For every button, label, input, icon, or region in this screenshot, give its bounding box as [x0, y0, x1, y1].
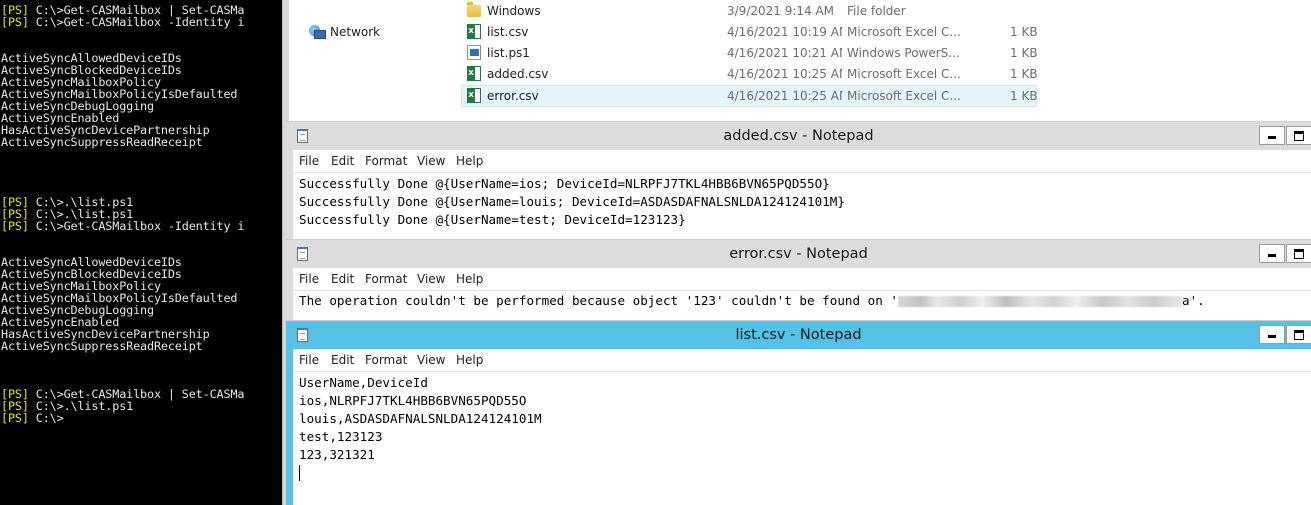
- file-name: list.csv: [487, 25, 529, 39]
- menu-bar: File Edit Format View Help: [293, 268, 1311, 290]
- console-text: ActiveSyncSuppressReadReceipt: [1, 339, 203, 353]
- console-text: C:\>Get-CASMailbox -Identity i: [28, 219, 245, 233]
- file-row[interactable]: list.csv 4/16/2021 10:19 AM Microsoft Exce…: [462, 22, 1038, 42]
- menu-file[interactable]: File: [299, 154, 319, 168]
- menu-bar: File Edit Format View Help: [293, 349, 1311, 371]
- file-date: 4/16/2021 10:19 AM: [727, 25, 842, 39]
- console-line: ActiveSyncSuppressReadReceipt: [1, 136, 203, 148]
- text-line: louis,ASDASDAFNALSNLDA124124101M: [299, 411, 542, 426]
- text-line: test,123123: [299, 429, 383, 444]
- file-date: 4/16/2021 10:25 AM: [727, 67, 842, 81]
- minimize-button[interactable]: [1259, 325, 1285, 344]
- file-name: error.csv: [487, 89, 539, 103]
- console-line: [PS] C:\>: [1, 412, 64, 424]
- nav-item-label: Network: [330, 25, 381, 39]
- file-date: 3/9/2021 9:14 AM: [727, 4, 835, 18]
- menu-edit[interactable]: Edit: [331, 353, 354, 367]
- error-text: The operation couldn't be performed beca…: [299, 293, 898, 308]
- text-line: 123,321321: [299, 447, 375, 462]
- text-editor-area[interactable]: Successfully Done @{UserName=ios; Device…: [293, 172, 1311, 239]
- file-name: Windows: [487, 4, 541, 18]
- console-text: ActiveSyncSuppressReadReceipt: [1, 135, 203, 149]
- menu-format[interactable]: Format: [365, 353, 407, 367]
- menu-bar: File Edit Format View Help: [293, 150, 1311, 172]
- menu-edit[interactable]: Edit: [331, 272, 354, 286]
- file-size: 1 KB: [1010, 46, 1038, 60]
- ps1-icon: [467, 45, 481, 60]
- file-row[interactable]: Windows 3/9/2021 9:14 AM File folder: [462, 1, 1036, 21]
- file-size: 1 KB: [1010, 67, 1038, 81]
- menu-format[interactable]: Format: [365, 154, 407, 168]
- notepad-window-error[interactable]: error.csv - Notepad File Edit Format View He…: [286, 239, 1311, 320]
- error-text-end: a'.: [1181, 293, 1205, 308]
- notepad-window-added[interactable]: added.csv - Notepad File Edit Format View He…: [286, 121, 1311, 239]
- prompt-tag: [PS]: [1, 15, 29, 29]
- window-title: added.csv - Notepad: [723, 128, 874, 144]
- file-type: Microsoft Excel C...: [847, 25, 961, 39]
- excel-icon: [467, 24, 481, 39]
- console-line: ActiveSyncSuppressReadReceipt: [1, 340, 203, 352]
- file-name: added.csv: [487, 67, 549, 81]
- text-caret: [299, 465, 300, 481]
- title-bar[interactable]: list.csv - Notepad: [286, 320, 1311, 349]
- file-type: Microsoft Excel C...: [847, 89, 961, 103]
- menu-view[interactable]: View: [417, 154, 445, 168]
- menu-help[interactable]: Help: [456, 154, 483, 168]
- file-date: 4/16/2021 10:21 AM: [727, 46, 842, 60]
- file-date: 4/16/2021 10:25 AM: [727, 89, 842, 103]
- file-size: 1 KB: [1010, 89, 1038, 103]
- redacted-text: [897, 296, 1182, 307]
- file-type: Microsoft Excel C...: [847, 67, 961, 81]
- text-line: Successfully Done @{UserName=test; Devic…: [299, 212, 686, 227]
- prompt-tag: [PS]: [1, 411, 29, 425]
- maximize-button[interactable]: [1286, 126, 1311, 145]
- excel-icon: [467, 66, 481, 81]
- console-text: C:\>Get-CASMailbox -Identity i: [28, 15, 245, 29]
- file-row[interactable]: error.csv 4/16/2021 10:25 AM Microsoft Exc…: [461, 85, 1038, 107]
- maximize-button[interactable]: [1286, 244, 1311, 263]
- title-bar[interactable]: error.csv - Notepad: [286, 239, 1311, 268]
- text-line: Successfully Done @{UserName=louis; Devi…: [299, 194, 845, 209]
- file-row[interactable]: added.csv 4/16/2021 10:25 AM Microsoft Exc…: [462, 64, 1038, 84]
- file-size: 1 KB: [1010, 25, 1038, 39]
- network-icon: [309, 24, 326, 40]
- text-line: Successfully Done @{UserName=ios; Device…: [299, 176, 830, 191]
- file-row[interactable]: list.ps1 4/16/2021 10:21 AM Windows PowerS…: [462, 43, 1038, 63]
- maximize-button[interactable]: [1286, 325, 1311, 344]
- text-line: ios,NLRPFJ7TKL4HBB6BVN65PQD55O: [299, 393, 527, 408]
- menu-format[interactable]: Format: [365, 272, 407, 286]
- prompt-tag: [PS]: [1, 219, 29, 233]
- console-line: [PS] C:\>Get-CASMailbox -Identity i: [1, 16, 244, 28]
- file-type: File folder: [847, 4, 906, 18]
- text-line: UserName,DeviceId: [299, 375, 428, 390]
- menu-file[interactable]: File: [299, 353, 319, 367]
- text-editor-area[interactable]: The operation couldn't be performed beca…: [293, 290, 1311, 320]
- title-bar[interactable]: added.csv - Notepad: [286, 121, 1311, 150]
- file-type: Windows PowerS...: [847, 46, 960, 60]
- nav-item-network[interactable]: Network: [309, 22, 380, 42]
- console-text: C:\>: [28, 411, 64, 425]
- file-name: list.ps1: [487, 46, 530, 60]
- powershell-console[interactable]: [PS] C:\>Get-CASMailbox | Set-CASMa [PS] …: [0, 0, 282, 505]
- console-line: [PS] C:\>Get-CASMailbox -Identity i: [1, 220, 244, 232]
- notepad-window-list[interactable]: list.csv - Notepad File Edit Format View Hel…: [286, 320, 1311, 505]
- window-title: error.csv - Notepad: [729, 246, 868, 262]
- minimize-button[interactable]: [1259, 126, 1285, 145]
- text-line: The operation couldn't be performed beca…: [299, 292, 1205, 310]
- minimize-button[interactable]: [1259, 244, 1285, 263]
- menu-edit[interactable]: Edit: [331, 154, 354, 168]
- menu-help[interactable]: Help: [456, 272, 483, 286]
- menu-view[interactable]: View: [417, 353, 445, 367]
- menu-help[interactable]: Help: [456, 353, 483, 367]
- excel-icon: [467, 88, 481, 103]
- folder-icon: [467, 2, 481, 17]
- menu-file[interactable]: File: [299, 272, 319, 286]
- window-title: list.csv - Notepad: [735, 327, 862, 343]
- text-editor-area[interactable]: UserName,DeviceId ios,NLRPFJ7TKL4HBB6BVN…: [293, 371, 1311, 505]
- file-explorer: Network Windows 3/9/2021 9:14 AM File fold…: [289, 0, 1311, 121]
- menu-view[interactable]: View: [417, 272, 445, 286]
